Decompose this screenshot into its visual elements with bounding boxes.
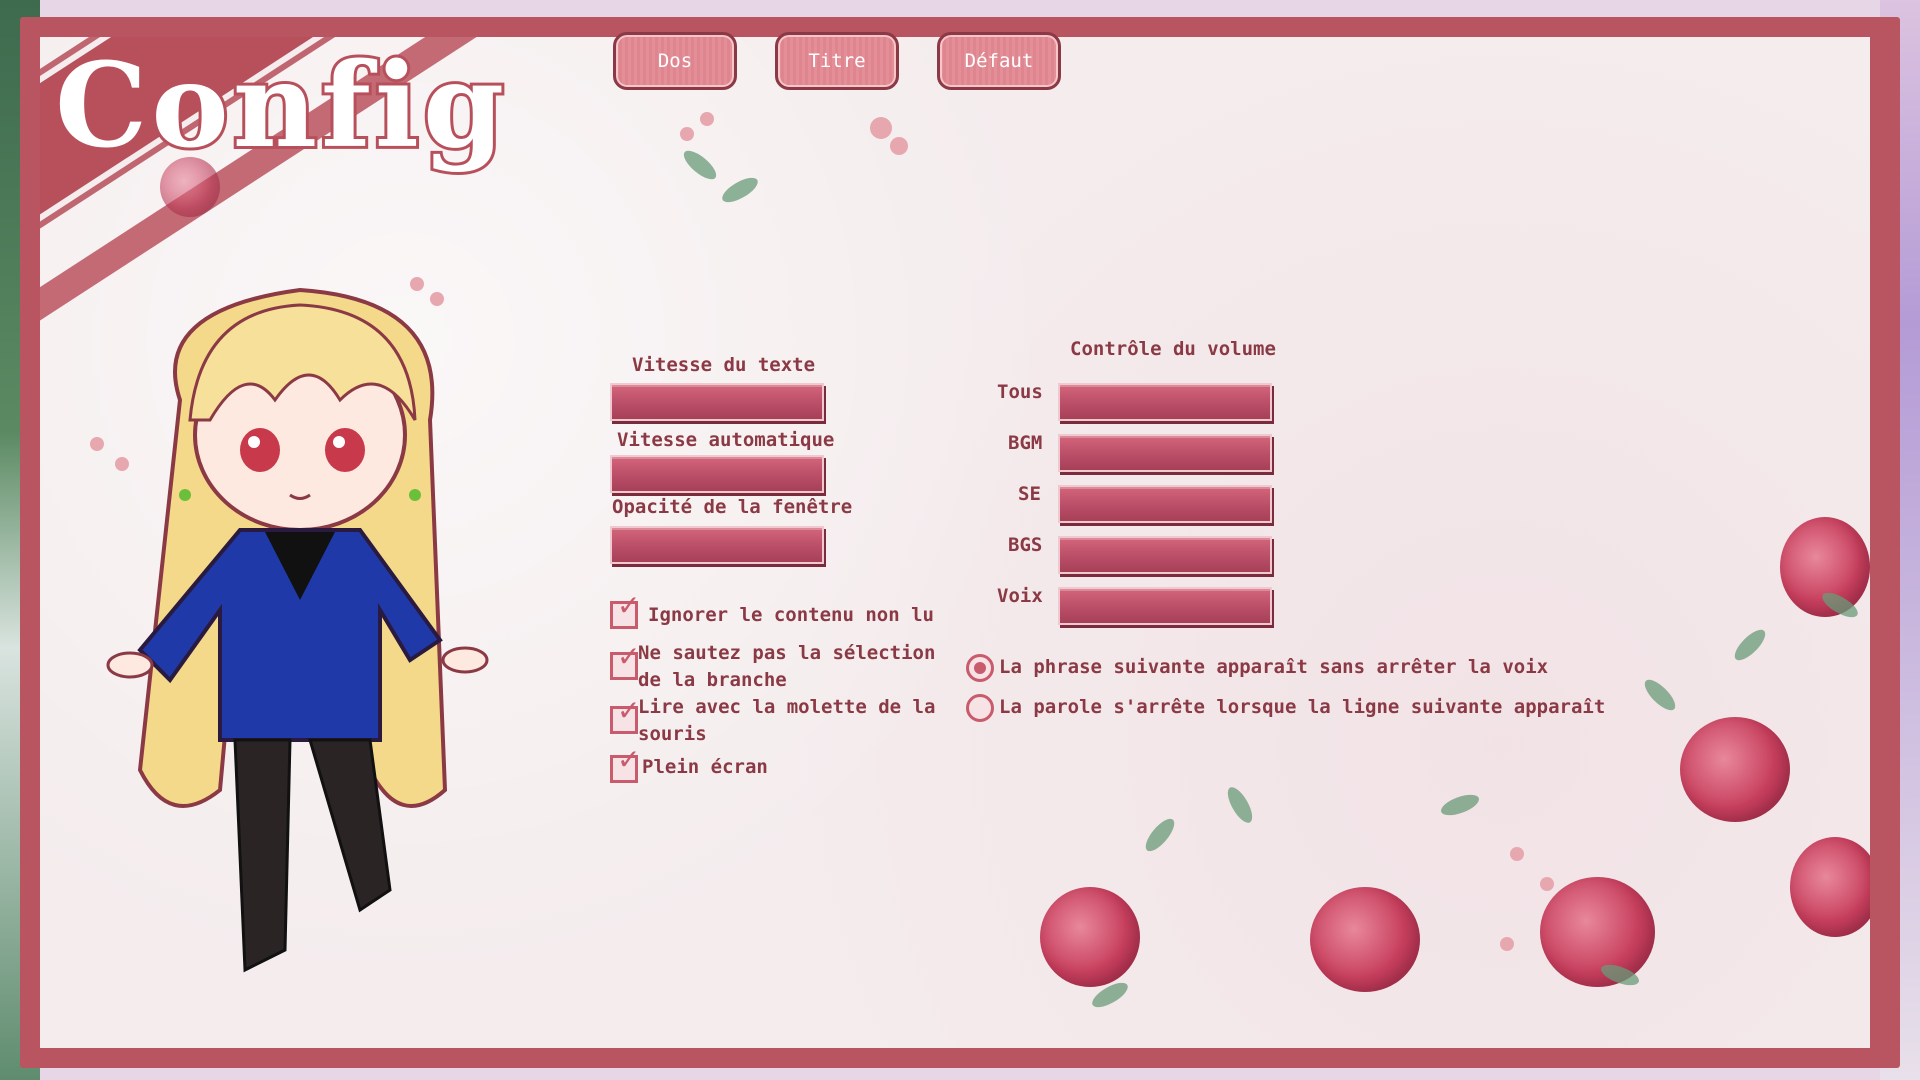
voice-continue-label: La phrase suivante apparaît sans arrêter… [999,656,1549,678]
rose-decoration [1310,887,1420,992]
check-icon: ✓ [617,640,641,673]
volume-bgm-slider[interactable] [1058,434,1272,472]
skip-unread-checkbox[interactable]: ✓ [610,592,640,629]
leaf-decoration [1438,790,1482,820]
fullscreen-checkbox[interactable]: ✓ [610,746,640,783]
rose-decoration [1680,717,1790,822]
title-button[interactable]: Titre [775,32,899,90]
leaf-decoration [679,146,721,184]
voice-stop-label: La parole s'arrête lorsque la ligne suiv… [999,696,1606,718]
flower-bud-decoration [680,127,694,141]
window-opacity-label: Opacité de la fenêtre [612,496,853,518]
volume-heading: Contrôle du volume [1070,338,1276,360]
back-button[interactable]: Dos [613,32,737,90]
volume-voice-label: Voix [997,585,1043,607]
leaf-decoration [1640,675,1680,715]
voice-stop-radio[interactable] [966,694,994,722]
flower-bud-decoration [870,117,892,139]
auto-speed-slider[interactable] [610,455,824,493]
no-skip-branch-label: Ne sautez pas la sélection de la branche [638,642,936,691]
radio-selected-dot [974,662,986,674]
volume-se-label: SE [1018,483,1041,505]
check-icon: ✓ [617,743,641,776]
character-illustration [106,287,489,973]
fullscreen-label: Plein écran [642,756,768,778]
leaf-decoration [1141,814,1179,856]
leaf-decoration [718,173,762,207]
rose-decoration [1790,837,1870,937]
window-opacity-slider[interactable] [610,526,824,564]
voice-continue-radio[interactable] [966,654,994,682]
rose-decoration [1540,877,1655,987]
volume-bgs-slider[interactable] [1058,536,1272,574]
skip-unread-label: Ignorer le contenu non lu [648,604,934,626]
volume-all-slider[interactable] [1058,383,1272,421]
leaf-decoration [1730,625,1770,665]
auto-speed-label: Vitesse automatique [617,429,835,451]
text-speed-slider[interactable] [610,383,824,421]
flower-bud-decoration [890,137,908,155]
check-icon: ✓ [617,589,641,622]
volume-all-label: Tous [997,381,1043,403]
volume-bgs-label: BGS [1008,534,1043,556]
mouse-wheel-read-checkbox[interactable]: ✓ [610,697,640,734]
page-title: Config [52,35,509,177]
flower-bud-decoration [1500,937,1514,951]
rose-decoration [1040,887,1140,987]
check-icon: ✓ [617,694,641,727]
volume-bgm-label: BGM [1008,432,1043,454]
flower-bud-decoration [1510,847,1524,861]
default-button[interactable]: Défaut [937,32,1061,90]
volume-voice-slider[interactable] [1058,587,1272,625]
flower-bud-decoration [1540,877,1554,891]
no-skip-branch-checkbox[interactable]: ✓ [610,643,640,680]
flower-bud-decoration [700,112,714,126]
volume-se-slider[interactable] [1058,485,1272,523]
leaf-decoration [1223,783,1257,827]
mouse-wheel-read-label: Lire avec la molette de la souris [638,696,936,745]
text-speed-label: Vitesse du texte [632,354,816,376]
